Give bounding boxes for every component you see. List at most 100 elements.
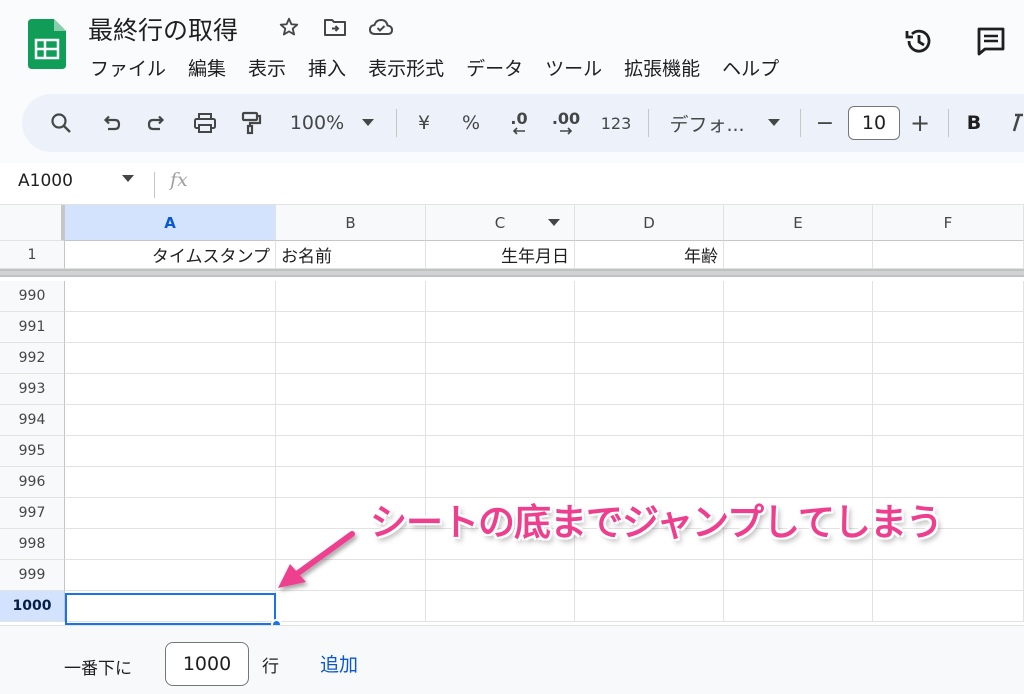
grid-cell[interactable] bbox=[575, 405, 724, 436]
grid-cell[interactable] bbox=[873, 312, 1024, 343]
column-header-e[interactable]: E bbox=[724, 205, 873, 241]
grid-cell[interactable] bbox=[276, 343, 426, 374]
decrease-decimal-button[interactable]: .0 bbox=[502, 94, 536, 152]
currency-format-button[interactable]: ¥ bbox=[412, 94, 436, 152]
grid-cell[interactable] bbox=[65, 560, 276, 591]
sheets-logo-icon[interactable] bbox=[28, 19, 66, 69]
menu-insert[interactable]: 挿入 bbox=[308, 54, 346, 81]
grid-cell[interactable] bbox=[724, 374, 873, 405]
grid-cell[interactable] bbox=[575, 436, 724, 467]
grid-cell[interactable] bbox=[65, 374, 276, 405]
grid-cell[interactable] bbox=[724, 436, 873, 467]
cloud-saved-icon[interactable] bbox=[368, 14, 394, 40]
row-header[interactable]: 995 bbox=[0, 436, 65, 467]
grid-cell[interactable] bbox=[575, 591, 724, 622]
font-family-select[interactable]: デフォ... bbox=[666, 94, 748, 152]
cell-d1[interactable]: 年齢 bbox=[575, 241, 724, 269]
number-format-button[interactable]: 123 bbox=[598, 94, 634, 152]
grid-cell[interactable] bbox=[65, 529, 276, 560]
grid-cell[interactable] bbox=[873, 560, 1024, 591]
font-size-input[interactable]: 10 bbox=[848, 106, 900, 140]
grid-cell[interactable] bbox=[276, 281, 426, 312]
grid-cell[interactable] bbox=[575, 281, 724, 312]
grid-cell[interactable] bbox=[65, 498, 276, 529]
name-box[interactable]: A1000 bbox=[18, 171, 73, 191]
grid-cell[interactable] bbox=[276, 405, 426, 436]
decrease-font-size-button[interactable]: − bbox=[814, 94, 836, 152]
cell-b1[interactable]: お名前 bbox=[276, 241, 426, 269]
row-header[interactable]: 991 bbox=[0, 312, 65, 343]
percent-format-button[interactable]: % bbox=[458, 94, 484, 152]
font-chevron-down-icon[interactable] bbox=[764, 94, 784, 152]
select-all-corner[interactable] bbox=[0, 205, 65, 241]
cell-a1[interactable]: タイムスタンプ bbox=[65, 241, 276, 269]
menu-extensions[interactable]: 拡張機能 bbox=[624, 54, 700, 81]
increase-decimal-button[interactable]: .00 bbox=[546, 94, 586, 152]
grid-cell[interactable] bbox=[575, 374, 724, 405]
menu-tools[interactable]: ツール bbox=[545, 54, 602, 81]
grid-cell[interactable] bbox=[426, 591, 575, 622]
grid-cell[interactable] bbox=[426, 374, 575, 405]
row-header[interactable]: 992 bbox=[0, 343, 65, 374]
row-header[interactable]: 999 bbox=[0, 560, 65, 591]
grid-cell[interactable] bbox=[426, 405, 575, 436]
column-header-f[interactable]: F bbox=[873, 205, 1024, 241]
grid-cell[interactable] bbox=[65, 405, 276, 436]
star-icon[interactable] bbox=[276, 14, 302, 40]
filter-chevron-down-icon[interactable] bbox=[548, 219, 560, 227]
row-header[interactable]: 993 bbox=[0, 374, 65, 405]
add-rows-button[interactable]: 追加 bbox=[320, 650, 358, 677]
print-icon[interactable] bbox=[190, 94, 220, 152]
grid-cell[interactable] bbox=[724, 405, 873, 436]
menu-view[interactable]: 表示 bbox=[248, 54, 286, 81]
comments-icon[interactable] bbox=[974, 24, 1008, 58]
grid-cell[interactable] bbox=[65, 281, 276, 312]
row-header[interactable]: 1 bbox=[0, 241, 65, 269]
column-header-b[interactable]: B bbox=[276, 205, 426, 241]
add-rows-count-input[interactable]: 1000 bbox=[165, 642, 249, 686]
row-header[interactable]: 998 bbox=[0, 529, 65, 560]
grid-cell[interactable] bbox=[426, 312, 575, 343]
grid-cell[interactable] bbox=[426, 436, 575, 467]
menu-edit[interactable]: 編集 bbox=[188, 54, 226, 81]
grid-cell[interactable] bbox=[276, 312, 426, 343]
grid-cell[interactable] bbox=[873, 374, 1024, 405]
grid-cell[interactable] bbox=[724, 312, 873, 343]
grid-cell[interactable] bbox=[873, 591, 1024, 622]
grid-cell[interactable] bbox=[276, 374, 426, 405]
name-box-chevron-down-icon[interactable] bbox=[122, 175, 134, 183]
version-history-icon[interactable] bbox=[902, 24, 936, 58]
grid-cell[interactable] bbox=[426, 560, 575, 591]
undo-icon[interactable] bbox=[96, 94, 126, 152]
paint-format-icon[interactable] bbox=[236, 94, 266, 152]
menu-help[interactable]: ヘルプ bbox=[722, 54, 779, 81]
grid-cell[interactable] bbox=[724, 281, 873, 312]
document-title[interactable]: 最終行の取得 bbox=[88, 11, 238, 47]
selected-cell-a1000[interactable] bbox=[65, 593, 276, 625]
grid-cell[interactable] bbox=[276, 436, 426, 467]
row-header[interactable]: 990 bbox=[0, 281, 65, 312]
zoom-select[interactable]: 100% bbox=[284, 94, 350, 152]
row-header[interactable]: 997 bbox=[0, 498, 65, 529]
grid-cell[interactable] bbox=[873, 436, 1024, 467]
grid-cell[interactable] bbox=[65, 343, 276, 374]
grid-cell[interactable] bbox=[426, 343, 575, 374]
frozen-row-divider[interactable] bbox=[0, 269, 1024, 277]
search-icon[interactable] bbox=[46, 94, 76, 152]
grid-cell[interactable] bbox=[873, 405, 1024, 436]
menu-data[interactable]: データ bbox=[466, 54, 523, 81]
grid-cell[interactable] bbox=[724, 591, 873, 622]
move-folder-icon[interactable] bbox=[322, 14, 348, 40]
grid-cell[interactable] bbox=[873, 281, 1024, 312]
grid-cell[interactable] bbox=[873, 343, 1024, 374]
grid-cell[interactable] bbox=[724, 560, 873, 591]
menu-file[interactable]: ファイル bbox=[90, 54, 166, 81]
grid-cell[interactable] bbox=[426, 281, 575, 312]
grid-cell[interactable] bbox=[575, 312, 724, 343]
row-header[interactable]: 1000 bbox=[0, 591, 65, 622]
grid-cell[interactable] bbox=[724, 343, 873, 374]
grid-cell[interactable] bbox=[65, 467, 276, 498]
grid-cell[interactable] bbox=[575, 343, 724, 374]
zoom-chevron-down-icon[interactable] bbox=[358, 94, 378, 152]
grid-cell[interactable] bbox=[65, 312, 276, 343]
